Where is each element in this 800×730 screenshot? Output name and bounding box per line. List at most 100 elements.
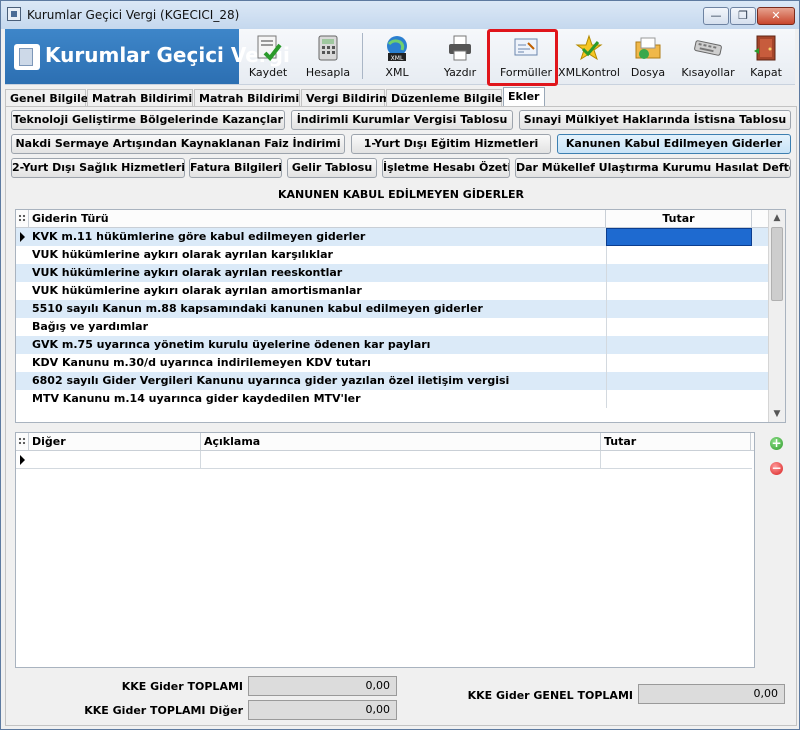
table-row[interactable]: KVK m.11 hükümlerine göre kabul edilmeye… (16, 228, 768, 246)
amount-cell-2[interactable] (601, 451, 751, 469)
toolbar-save-button[interactable]: Kaydet (241, 31, 295, 81)
tab-matrah-bildirimi-1[interactable]: Matrah Bildirimi 1 (87, 89, 204, 107)
header-description[interactable]: Açıklama (201, 433, 601, 451)
expense-type-cell: 6802 sayılı Gider Vergileri Kanunu uyarı… (32, 374, 510, 387)
xml-globe-icon: XML (382, 33, 412, 63)
close-window-button[interactable]: ✕ (757, 7, 795, 25)
section-title: KANUNEN KABUL EDİLMEYEN GİDERLER (277, 188, 525, 201)
amount-cell[interactable] (606, 354, 752, 372)
header-amount[interactable]: Tutar (606, 210, 752, 228)
app-icon (7, 7, 21, 21)
header-expense-type[interactable]: Giderin Türü (29, 210, 606, 228)
add-row-button[interactable]: + (770, 437, 783, 450)
amount-cell[interactable] (606, 372, 752, 390)
scroll-up-arrow-icon[interactable]: ▲ (769, 210, 785, 226)
folder-icon (633, 33, 663, 63)
toolbar-xml-check-button[interactable]: XMLKontrol (557, 31, 621, 81)
subtab-dar-mukellef[interactable]: Dar Mükellef Ulaştırma Kurumu Hasılat De… (515, 158, 791, 178)
header-other[interactable]: Diğer (29, 433, 201, 451)
amount-cell[interactable] (606, 264, 752, 282)
row-indicator (16, 336, 29, 354)
subtab-yurt-disi-egitim[interactable]: 1-Yurt Dışı Eğitim Hizmetleri (351, 134, 551, 154)
expenses-grid[interactable]: Giderin Türü Tutar KVK m.11 hükümlerine … (15, 209, 786, 423)
description-cell[interactable] (201, 451, 601, 469)
scrollbar-thumb[interactable] (771, 227, 783, 301)
table-row[interactable]: Bağış ve yardımlar (16, 318, 768, 336)
subtab-teknoloji-gelistirme[interactable]: Teknoloji Geliştirme Bölgelerinde Kazanç… (11, 110, 285, 130)
other-cell[interactable] (29, 451, 201, 469)
table-row[interactable]: 5510 sayılı Kanun m.88 kapsamındaki kanu… (16, 300, 768, 318)
save-icon (253, 33, 283, 63)
table-row[interactable]: 6802 sayılı Gider Vergileri Kanunu uyarı… (16, 372, 768, 390)
svg-text:XML: XML (391, 55, 404, 62)
toolbar-xml-button[interactable]: XML XML (375, 31, 419, 81)
tab-matrah-bildirimi-2[interactable]: Matrah Bildirimi 2 (194, 89, 311, 107)
toolbar-close-button[interactable]: Kapat (742, 31, 790, 81)
row-indicator (16, 390, 29, 408)
row-indicator (16, 264, 29, 282)
tab-vergi-bildirimi[interactable]: Vergi Bildirimi (301, 89, 394, 107)
tab-duzenleme-bilgileri[interactable]: Düzenleme Bilgileri (386, 89, 512, 107)
kke-grand-total-field: 0,00 (638, 684, 785, 704)
subtab-sinayi-mulkiyet[interactable]: Sınayi Mülkiyet Haklarında İstisna Tablo… (519, 110, 791, 130)
amount-cell[interactable] (606, 228, 752, 246)
subtab-isletme-hesabi-ozeti[interactable]: İşletme Hesabı Özeti (382, 158, 510, 178)
table-row[interactable]: GVK m.75 uyarınca yönetim kurulu üyeleri… (16, 336, 768, 354)
scroll-down-arrow-icon[interactable]: ▼ (769, 406, 785, 422)
drag-dots-icon (18, 214, 26, 223)
tab-ekler[interactable]: Ekler (503, 87, 545, 108)
title-bar: Kurumlar Geçici Vergi (KGECICI_28) — ❐ ✕ (1, 1, 799, 29)
toolbar-label: Kapat (750, 66, 782, 79)
toolbar-label: Kısayollar (681, 66, 735, 79)
printer-icon (445, 33, 475, 63)
toolbar-shortcuts-button[interactable]: Kısayollar (678, 31, 738, 81)
toolbar-label: Kaydet (248, 66, 288, 79)
toolbar-print-button[interactable]: Yazdır (435, 31, 485, 81)
table-row[interactable]: VUK hükümlerine aykırı olarak ayrılan ka… (16, 246, 768, 264)
table-row[interactable]: VUK hükümlerine aykırı olarak ayrılan re… (16, 264, 768, 282)
toolbar-label: Dosya (630, 66, 666, 79)
table-row[interactable]: MTV Kanunu m.14 uyarınca gider kaydedile… (16, 390, 768, 408)
kke-total-other-field: 0,00 (248, 700, 397, 720)
amount-cell[interactable] (606, 318, 752, 336)
maximize-button[interactable]: ❐ (730, 7, 756, 25)
xml-check-icon (574, 33, 604, 63)
other-expenses-grid[interactable]: Diğer Açıklama Tutar (15, 432, 755, 668)
amount-cell[interactable] (606, 246, 752, 264)
toolbar-banner: Kurumlar Geçici Vergi Kaydet Hesapla XML… (5, 29, 795, 85)
toolbar-file-button[interactable]: Dosya (624, 31, 672, 81)
remove-row-button[interactable]: − (770, 462, 783, 475)
grid2-header: Diğer Açıklama Tutar (16, 433, 754, 451)
minimize-button[interactable]: — (703, 7, 729, 25)
subtab-indirimli-kurumlar-vergisi[interactable]: İndirimli Kurumlar Vergisi Tablosu (291, 110, 513, 130)
grid-header: Giderin Türü Tutar (16, 210, 768, 228)
amount-cell[interactable] (606, 390, 752, 408)
amount-cell[interactable] (606, 282, 752, 300)
brand-area: Kurumlar Geçici Vergi (5, 29, 290, 84)
toolbar-label: XMLKontrol (558, 66, 620, 79)
grid-vertical-scrollbar[interactable]: ▲ ▼ (768, 210, 785, 422)
tab-genel-bilgiler[interactable]: Genel Bilgiler (5, 89, 94, 107)
amount-cell[interactable] (606, 336, 752, 354)
row-indicator (16, 246, 29, 264)
subtab-nakdi-sermaye[interactable]: Nakdi Sermaye Artışından Kaynaklanan Fai… (11, 134, 345, 154)
subtab-gelir-tablosu[interactable]: Gelir Tablosu (287, 158, 377, 178)
expense-type-cell: KVK m.11 hükümlerine göre kabul edilmeye… (32, 230, 366, 243)
expense-type-cell: VUK hükümlerine aykırı olarak ayrılan re… (32, 266, 343, 279)
subtab-fatura-bilgileri[interactable]: Fatura Bilgileri (189, 158, 282, 178)
exit-door-icon (751, 33, 781, 63)
subtab-yurt-disi-saglik[interactable]: 2-Yurt Dışı Sağlık Hizmetleri (11, 158, 185, 178)
calculator-icon (313, 33, 343, 63)
row-indicator (16, 372, 29, 390)
table-row[interactable]: KDV Kanunu m.30/d uyarınca indirilemeyen… (16, 354, 768, 372)
header-amount-2[interactable]: Tutar (601, 433, 751, 451)
row-indicator (16, 318, 29, 336)
current-row-arrow-icon (16, 451, 29, 469)
subtab-kanunen-kabul-edilmeyen-giderler[interactable]: Kanunen Kabul Edilmeyen Giderler (557, 134, 791, 154)
new-row[interactable] (16, 451, 752, 469)
amount-cell[interactable] (606, 300, 752, 318)
toolbar-calculate-button[interactable]: Hesapla (299, 31, 357, 81)
table-row[interactable]: VUK hükümlerine aykırı olarak ayrılan am… (16, 282, 768, 300)
toolbar-label: XML (385, 66, 409, 79)
main-tabs: Genel Bilgiler Matrah Bildirimi 1 Matrah… (5, 87, 797, 108)
